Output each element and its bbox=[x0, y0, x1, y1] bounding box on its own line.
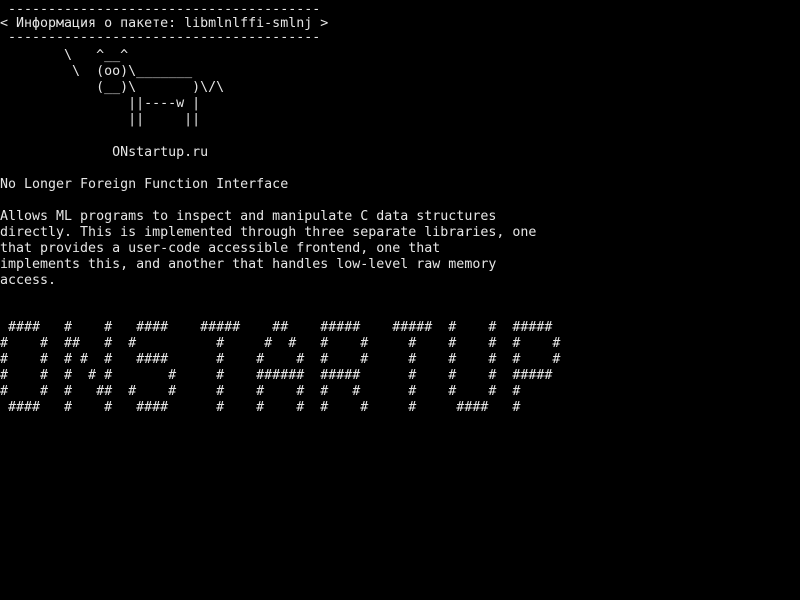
ascii-banner-line-6: #### # # #### # # # # # # #### # bbox=[0, 400, 521, 415]
package-summary: No Longer Foreign Function Interface bbox=[0, 177, 289, 192]
ascii-banner-line-1: #### # # #### ##### ## ##### ##### # # #… bbox=[0, 320, 553, 335]
cow-ascii-line-3: (__)\ )\/\ bbox=[0, 80, 225, 95]
package-description-line-3: that provides a user-code accessible fro… bbox=[0, 241, 441, 256]
package-description-line-2: directly. This is implemented through th… bbox=[0, 225, 537, 240]
cow-ascii-line-5: || || bbox=[0, 112, 201, 127]
package-description-line-4: implements this, and another that handle… bbox=[0, 257, 497, 272]
ascii-banner-line-2: # # ## # # # # # # # # # # # # bbox=[0, 336, 561, 351]
site-name: ONstartup.ru bbox=[0, 145, 209, 160]
package-description-line-1: Allows ML programs to inspect and manipu… bbox=[0, 209, 497, 224]
cow-ascii-line-2: \ (oo)\_______ bbox=[0, 64, 193, 79]
cow-ascii-line-4: ||----w | bbox=[0, 96, 201, 111]
ascii-banner-line-3: # # # # # #### # # # # # # # # # # bbox=[0, 352, 561, 367]
cow-ascii-line-1: \ ^__^ bbox=[0, 48, 129, 63]
cowsay-bottom-border: --------------------------------------- bbox=[0, 30, 321, 45]
terminal-screen: --------------------------------------- … bbox=[0, 0, 800, 600]
ascii-banner-line-4: # # # # # # # ###### ##### # # # ##### bbox=[0, 368, 553, 383]
package-description-line-5: access. bbox=[0, 273, 57, 288]
ascii-banner-line-5: # # # ## # # # # # # # # # # # bbox=[0, 384, 521, 399]
